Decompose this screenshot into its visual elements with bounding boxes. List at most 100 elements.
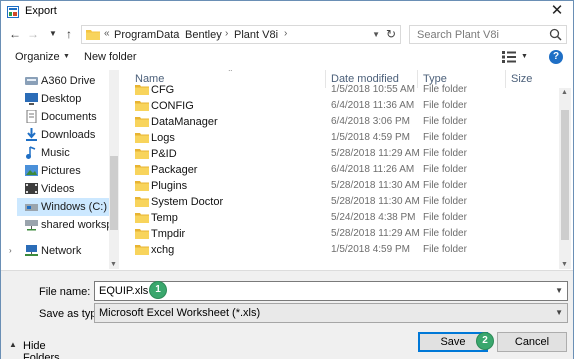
nav-item-shared-workspace[interactable]: shared workspace [25, 216, 119, 234]
save-as-type-value[interactable]: Microsoft Excel Worksheet (*.xls) [99, 307, 260, 319]
breadcrumb-separator-icon[interactable]: › [284, 28, 287, 39]
nav-item-pictures[interactable]: Pictures [25, 162, 119, 180]
file-name-cell[interactable]: Plugins [151, 180, 187, 192]
close-icon[interactable]: ✕ [549, 3, 565, 19]
file-name-cell[interactable]: Temp [151, 212, 178, 224]
nav-item-desktop[interactable]: Desktop [25, 90, 119, 108]
file-row[interactable]: P&ID 5/28/2018 11:29 AM File folder [119, 146, 559, 162]
file-name-cell[interactable]: CONFIG [151, 100, 194, 112]
nav-item-music[interactable]: Music [25, 144, 119, 162]
file-row[interactable]: CFG 1/5/2018 10:55 AM File folder [119, 82, 559, 98]
nav-item-label: A360 Drive [41, 75, 96, 87]
collapse-chevron-icon[interactable]: ▲ [9, 340, 17, 349]
search-box[interactable]: Search Plant V8i [409, 25, 567, 44]
file-list: ⌃ Name Date modified Type Size CFG 1/5/20… [119, 70, 573, 269]
breadcrumb-plant-v8i[interactable]: Plant V8i [234, 29, 278, 41]
file-row[interactable]: Packager 6/4/2018 11:26 AM File folder [119, 162, 559, 178]
nav-scrollbar[interactable]: ▼ [109, 70, 119, 269]
address-row: ← → ▼ ↑ « ProgramData › Bentley › Plant … [1, 24, 573, 46]
pictures-icon [25, 165, 38, 176]
type-cell: File folder [423, 164, 467, 175]
file-list-scrollbar-thumb[interactable] [561, 110, 569, 240]
file-name-cell[interactable]: Tmpdir [151, 228, 185, 240]
app-icon [7, 6, 19, 18]
file-row[interactable]: xchg 1/5/2018 4:59 PM File folder [119, 242, 559, 258]
file-name-cell[interactable]: Packager [151, 164, 197, 176]
nav-item-videos[interactable]: Videos [25, 180, 119, 198]
nav-item-label: Documents [41, 111, 97, 123]
nav-item-label: Pictures [41, 165, 81, 177]
file-row[interactable]: Tmpdir 5/28/2018 11:29 AM File folder [119, 226, 559, 242]
scroll-down-icon[interactable]: ▼ [561, 261, 568, 268]
expand-chevron-icon[interactable]: › [9, 246, 12, 255]
organize-button[interactable]: Organize [15, 51, 60, 63]
nav-item-label: Downloads [41, 129, 96, 141]
recent-locations-chevron-icon[interactable]: ▼ [45, 26, 61, 42]
date-modified-cell: 1/5/2018 4:59 PM [331, 132, 410, 143]
breadcrumb-bentley[interactable]: Bentley [185, 29, 222, 41]
type-cell: File folder [423, 244, 467, 255]
file-name-value[interactable]: EQUIP.xls [99, 285, 148, 297]
hide-folders-label[interactable]: Hide Folders [23, 340, 60, 359]
type-cell: File folder [423, 84, 467, 95]
folder-icon [135, 133, 149, 143]
network-drive-icon [25, 220, 38, 231]
date-modified-cell: 1/5/2018 10:55 AM [331, 84, 415, 95]
save-as-type-dropdown-icon[interactable]: ▼ [555, 308, 563, 317]
help-icon[interactable]: ? [549, 50, 563, 64]
folder-icon [135, 213, 149, 223]
save-as-type-select[interactable]: Microsoft Excel Worksheet (*.xls) ▼ [94, 303, 568, 323]
callout-badge-2: 2 [477, 333, 493, 349]
file-row[interactable]: System Doctor 5/28/2018 11:30 AM File fold… [119, 194, 559, 210]
downloads-icon [26, 128, 37, 141]
breadcrumb-overflow-icon[interactable]: « [104, 28, 110, 39]
view-options-icon[interactable] [502, 51, 516, 63]
view-chevron-icon[interactable]: ▼ [521, 53, 528, 60]
type-cell: File folder [423, 148, 467, 159]
nav-scrollbar-thumb[interactable] [110, 156, 118, 230]
file-name-cell[interactable]: Logs [151, 132, 175, 144]
file-name-cell[interactable]: P&ID [151, 148, 177, 160]
breadcrumb-separator-icon[interactable]: › [225, 28, 228, 39]
breadcrumb-programdata[interactable]: ProgramData [114, 29, 179, 41]
scroll-up-icon[interactable]: ▲ [561, 89, 568, 96]
nav-item-label: Network [41, 245, 82, 257]
up-arrow-icon[interactable]: ↑ [61, 26, 77, 42]
new-folder-button[interactable]: New folder [84, 51, 137, 63]
file-name-cell[interactable]: System Doctor [151, 196, 223, 208]
file-row[interactable]: DataManager 6/4/2018 3:06 PM File folder [119, 114, 559, 130]
file-row[interactable]: Temp 5/24/2018 4:38 PM File folder [119, 210, 559, 226]
nav-item-label: Windows (C:) [41, 201, 108, 213]
file-row[interactable]: Logs 1/5/2018 4:59 PM File folder [119, 130, 559, 146]
nav-item-a360-drive[interactable]: A360 Drive [25, 72, 119, 90]
callout-badge-1: 1 [150, 282, 166, 298]
file-row[interactable]: CONFIG 6/4/2018 11:36 AM File folder [119, 98, 559, 114]
file-name-dropdown-icon[interactable]: ▼ [555, 286, 563, 295]
scroll-down-icon[interactable]: ▼ [110, 261, 117, 268]
file-name-cell[interactable]: CFG [151, 84, 174, 96]
sort-ascending-icon: ⌃ [227, 70, 234, 77]
back-arrow-icon[interactable]: ← [7, 26, 23, 42]
breadcrumb-separator-icon[interactable]: › [176, 28, 179, 39]
type-cell: File folder [423, 100, 467, 111]
navigation-pane: A360 Drive Desktop Documents Downloads M… [1, 70, 119, 269]
organize-chevron-icon[interactable]: ▼ [63, 53, 70, 60]
export-dialog: Export ✕ ← → ▼ ↑ « ProgramData › Bentley… [0, 0, 574, 359]
type-cell: File folder [423, 196, 467, 207]
folder-icon [135, 245, 149, 255]
address-dropdown-icon[interactable]: ▼ [372, 28, 380, 42]
refresh-icon[interactable]: ↻ [386, 27, 396, 41]
file-name-cell[interactable]: DataManager [151, 116, 218, 128]
nav-item-windows-c[interactable]: Windows (C:) [17, 198, 119, 216]
nav-item-documents[interactable]: Documents [25, 108, 119, 126]
address-bar[interactable]: « ProgramData › Bentley › Plant V8i › ▼ … [81, 25, 401, 44]
file-name-cell[interactable]: xchg [151, 244, 174, 256]
nav-item-network[interactable]: Network [25, 242, 119, 260]
cancel-button[interactable]: Cancel [497, 332, 567, 352]
forward-arrow-icon[interactable]: → [25, 26, 41, 42]
nav-item-downloads[interactable]: Downloads [25, 126, 119, 144]
search-icon[interactable] [549, 28, 562, 41]
file-list-scrollbar[interactable]: ▲ ▼ [559, 88, 571, 269]
folder-icon [135, 229, 149, 239]
file-row[interactable]: Plugins 5/28/2018 11:30 AM File folder [119, 178, 559, 194]
